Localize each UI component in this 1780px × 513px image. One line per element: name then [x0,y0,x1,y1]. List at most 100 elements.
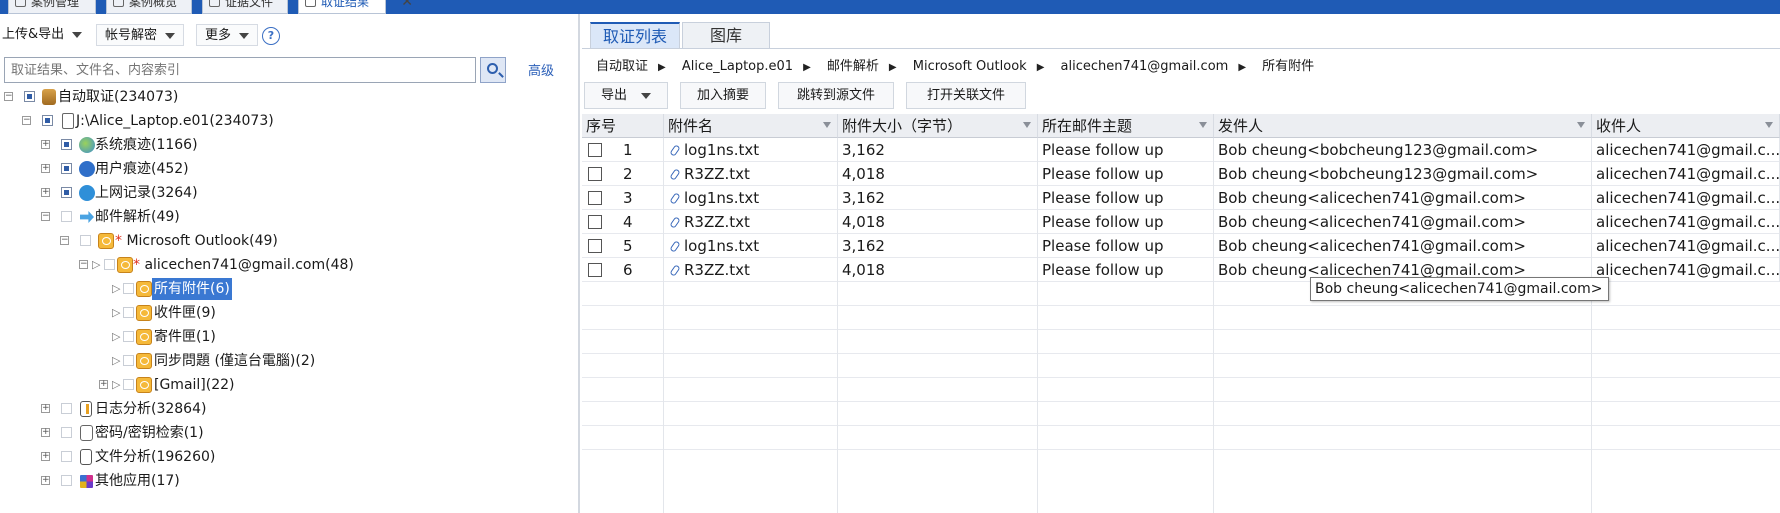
chevron-right-icon: ▶ [658,62,666,73]
tree-checkbox[interactable] [123,331,134,342]
tree-node-gmail[interactable]: + ▷ [Gmail](22) [0,374,400,396]
row-checkbox[interactable] [588,263,602,277]
tree-checkbox[interactable] [61,211,72,222]
tree-checkbox[interactable] [80,235,91,246]
tree-checkbox[interactable] [24,91,35,102]
column-header-size[interactable]: 附件大小（字节） [838,114,1038,138]
column-header-no[interactable]: 序号 [582,114,664,138]
expand-icon[interactable]: + [41,428,50,437]
tree-checkbox[interactable] [123,283,134,294]
breadcrumb-item[interactable]: alicechen741@gmail.com [1061,59,1229,74]
tree-node-web-history[interactable]: + 上网记录(3264) [0,182,400,204]
column-header-subject[interactable]: 所在邮件主题 [1038,114,1214,138]
tree-node-outlook[interactable]: − * Microsoft Outlook(49) [0,230,400,252]
table-row[interactable]: 3 log1ns.txt 3,162 Please follow up Bob … [582,186,1780,210]
tree-node-mail-parsing[interactable]: − 邮件解析(49) [0,206,400,228]
add-summary-button[interactable]: 加入摘要 [680,82,766,109]
search-button[interactable] [480,57,506,83]
expand-icon[interactable]: + [41,188,50,197]
row-checkbox[interactable] [588,215,602,229]
tree-node-image[interactable]: − J:\Alice_Laptop.e01(234073) [0,110,400,132]
tree-node-file-analysis[interactable]: + 文件分析(196260) [0,446,400,468]
tree-checkbox[interactable] [123,379,134,390]
tree-checkbox[interactable] [61,403,72,414]
tree-checkbox[interactable] [61,187,72,198]
expand-icon[interactable]: + [41,164,50,173]
filter-icon[interactable] [823,122,831,128]
table-row[interactable]: 1 log1ns.txt 3,162 Please follow up Bob … [582,138,1780,162]
tree-node-system-traces[interactable]: + 系统痕迹(1166) [0,134,400,156]
tree-checkbox[interactable] [123,355,134,366]
column-header-from[interactable]: 发件人 [1214,114,1592,138]
tab-evidence-files[interactable]: 证据文件 [202,0,288,14]
tree-checkbox[interactable] [61,139,72,150]
column-header-to[interactable]: 收件人 [1592,114,1780,138]
tree-node-inbox[interactable]: ▷ 收件匣(9) [0,302,400,324]
breadcrumb-item[interactable]: Microsoft Outlook [913,59,1027,74]
account-decrypt-menu[interactable]: 帐号解密 [96,24,185,46]
filter-icon[interactable] [1199,122,1207,128]
collapse-icon[interactable]: − [41,212,50,221]
advanced-search-link[interactable]: 高级 [528,60,554,79]
breadcrumb-item[interactable]: 邮件解析 [827,59,879,74]
open-related-file-button[interactable]: 打开关联文件 [906,82,1026,109]
expand-icon[interactable]: + [41,452,50,461]
to-cell: alicechen741@gmail.c... [1592,258,1780,282]
upload-export-menu[interactable]: 上传&导出 [2,24,83,46]
tree-node-mail-account[interactable]: − ▷ * alicechen741@gmail.com(48) [0,254,420,276]
tree-node-user-traces[interactable]: + 用户痕迹(452) [0,158,400,180]
tree-checkbox[interactable] [123,307,134,318]
help-icon[interactable]: ? [262,27,280,45]
tree-checkbox[interactable] [61,451,72,462]
tree-node-sync-issues[interactable]: ▷ 同步問題 (僅這台電腦)(2) [0,350,420,372]
row-checkbox[interactable] [588,239,602,253]
filter-icon[interactable] [1577,122,1585,128]
tree-node-sent[interactable]: ▷ 寄件匣(1) [0,326,400,348]
expand-icon[interactable]: + [41,140,50,149]
tree-node-other-apps[interactable]: + 其他应用(17) [0,470,400,492]
collapse-icon[interactable]: − [79,260,88,269]
tab-forensic-results[interactable]: 取证结果 ✕ [298,0,413,14]
collapse-icon[interactable]: − [4,92,13,101]
tab-case-management[interactable]: 案例管理 [8,0,96,14]
chevron-right-icon: ▶ [1036,62,1045,73]
tree-node-password-search[interactable]: + 密码/密钥检索(1) [0,422,400,444]
row-checkbox[interactable] [588,167,602,181]
table-row[interactable]: 4 R3ZZ.txt 4,018 Please follow up Bob ch… [582,210,1780,234]
tree-node-auto-forensics[interactable]: − 自动取证(234073) [0,86,400,108]
panel-splitter[interactable] [578,14,580,513]
close-icon[interactable]: ✕ [401,0,413,10]
jump-to-source-button[interactable]: 跳转到源文件 [778,82,894,109]
expand-icon[interactable]: + [41,404,50,413]
table-row[interactable]: 5 log1ns.txt 3,162 Please follow up Bob … [582,234,1780,258]
tree-checkbox[interactable] [42,115,53,126]
tree-checkbox[interactable] [61,163,72,174]
expand-icon[interactable]: + [41,476,50,485]
breadcrumb-item[interactable]: 自动取证 [596,59,648,74]
tree-checkbox[interactable] [104,259,115,270]
row-checkbox[interactable] [588,143,602,157]
tree-node-log-analysis[interactable]: + 日志分析(32864) [0,398,400,420]
tab-gallery[interactable]: 图库 [682,22,770,49]
row-index-cell: 6 [582,258,664,282]
breadcrumb-item[interactable]: Alice_Laptop.e01 [682,59,793,74]
table-row[interactable]: 2 R3ZZ.txt 4,018 Please follow up Bob ch… [582,162,1780,186]
breadcrumb-item[interactable]: 所有附件 [1262,59,1314,74]
expand-icon[interactable]: + [99,380,108,389]
more-menu[interactable]: 更多 [196,24,259,46]
tree-checkbox[interactable] [61,427,72,438]
filter-icon[interactable] [1023,122,1031,128]
tab-evidence-list[interactable]: 取证列表 [590,22,680,49]
export-button[interactable]: 导出 [584,82,668,109]
tree-node-all-attachments[interactable]: ▷ 所有附件(6) [0,278,400,300]
tab-case-overview[interactable]: 案例概览 [106,0,192,14]
row-checkbox[interactable] [588,191,602,205]
filter-icon[interactable] [1765,122,1773,128]
tree-checkbox[interactable] [61,475,72,486]
column-header-name[interactable]: 附件名 [664,114,838,138]
collapse-icon[interactable]: − [22,116,31,125]
outlook-icon [98,233,114,249]
folder-mail-icon [136,353,152,369]
search-input[interactable] [4,57,476,83]
collapse-icon[interactable]: − [60,236,69,245]
